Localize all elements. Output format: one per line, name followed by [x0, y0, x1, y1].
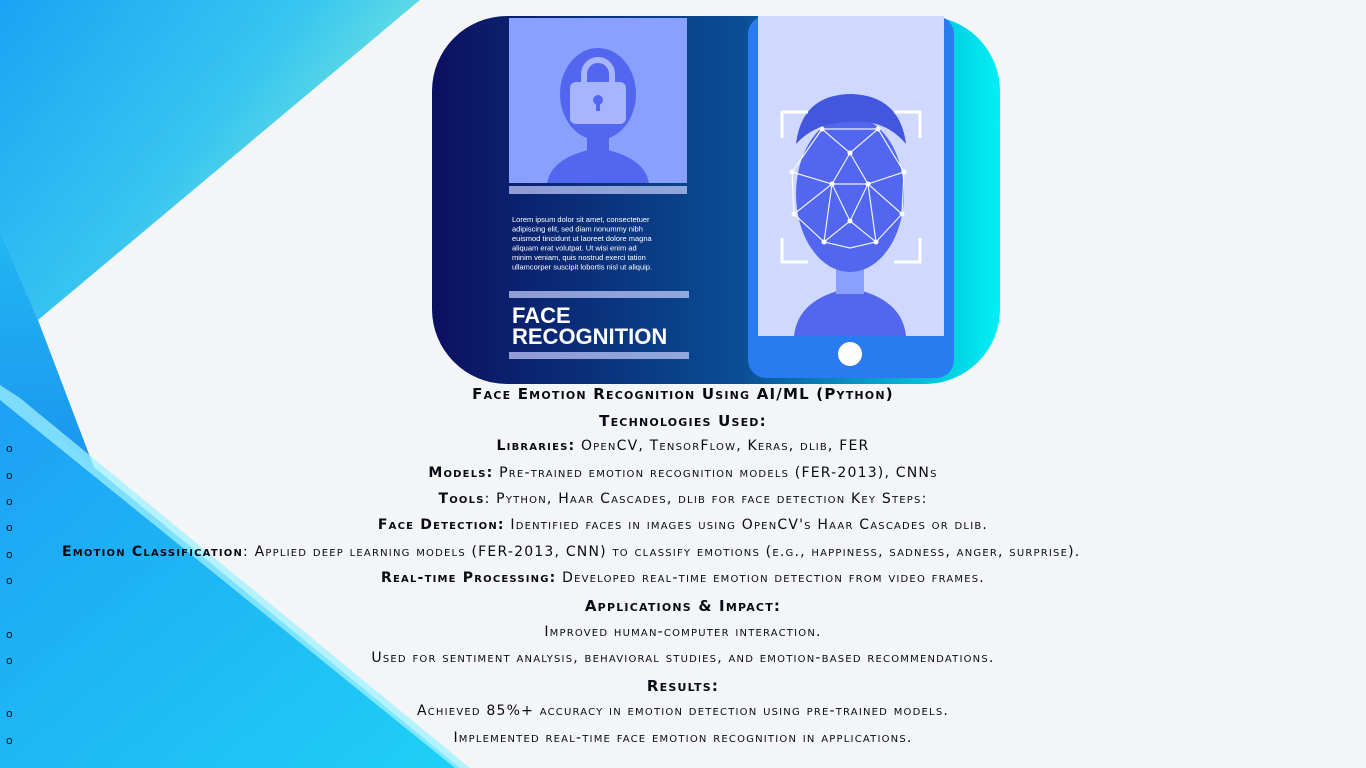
tech-item-emotion-classification: Emotion Classification: Applied deep lea… [62, 544, 1366, 560]
slide-content: Face Emotion Recognition Using AI/ML (Py… [0, 384, 1366, 768]
lorem-line: euismod tincidunt ut laoreet dolore magn… [512, 234, 652, 243]
item-label: Emotion Classification [62, 544, 244, 560]
lorem-text-block: Lorem ipsum dolor sit amet, consectetuer… [512, 215, 652, 272]
lorem-line: minim veniam, quis nostrud exerci tation [512, 253, 646, 262]
barcode-mid [509, 291, 689, 298]
item-text: Identified faces in images using OpenCV'… [504, 517, 989, 533]
tech-item-realtime: Real-time Processing: Developed real-tim… [0, 570, 1366, 586]
apps-item: Improved human-computer interaction. [544, 624, 822, 640]
results-item: Achieved 85%+ accuracy in emotion detect… [416, 703, 950, 719]
hero-title-line2: RECOGNITION [512, 324, 667, 349]
barcode-top [509, 186, 687, 194]
phone-home-button [838, 342, 862, 366]
tech-item-models: Models: Pre-trained emotion recognition … [0, 465, 1366, 481]
item-label: Models: [428, 465, 494, 481]
lorem-line: ullamcorper suscipit lobortis nisl ut al… [512, 263, 652, 272]
bullet-marker: o [6, 548, 13, 561]
item-label: Libraries: [496, 438, 576, 454]
face-recognition-illustration: Lorem ipsum dolor sit amet, consectetuer… [432, 16, 1000, 384]
apps-heading: Applications & Impact: [584, 597, 782, 615]
top-left-triangle [0, 0, 420, 320]
item-label: Tools [438, 491, 485, 507]
item-label: Face Detection: [377, 517, 505, 533]
item-text: Developed real-time emotion detection fr… [556, 570, 985, 586]
item-text: Pre-trained emotion recognition models (… [493, 465, 938, 481]
tech-item-tools: Tools: Python, Haar Cascades, dlib for f… [0, 491, 1366, 507]
slide-title: Face Emotion Recognition Using AI/ML (Py… [472, 385, 894, 403]
results-item: Implemented real-time face emotion recog… [453, 730, 913, 746]
barcode-bottom [509, 352, 689, 359]
tech-item-face-detection: Face Detection: Identified faces in imag… [0, 517, 1366, 533]
lorem-line: aliquam erat volutpat. Ut wisi enim ad [512, 244, 637, 253]
item-text: OpenCV, TensorFlow, Keras, dlib, FER [575, 438, 870, 454]
item-label: Real-time Processing: [381, 570, 557, 586]
tech-heading: Technologies Used: [599, 412, 767, 430]
item-text: : Python, Haar Cascades, dlib for face d… [484, 491, 928, 507]
tech-item-libraries: Libraries: OpenCV, TensorFlow, Keras, dl… [0, 438, 1366, 454]
results-heading: Results: [646, 677, 720, 695]
lorem-line: Lorem ipsum dolor sit amet, consectetuer [512, 215, 650, 224]
item-text: : Applied deep learning models (FER-2013… [243, 544, 1081, 560]
apps-item: Used for sentiment analysis, behavioral … [371, 650, 995, 666]
lorem-line: adipiscing elit, sed diam nonummy nibh [512, 225, 643, 234]
